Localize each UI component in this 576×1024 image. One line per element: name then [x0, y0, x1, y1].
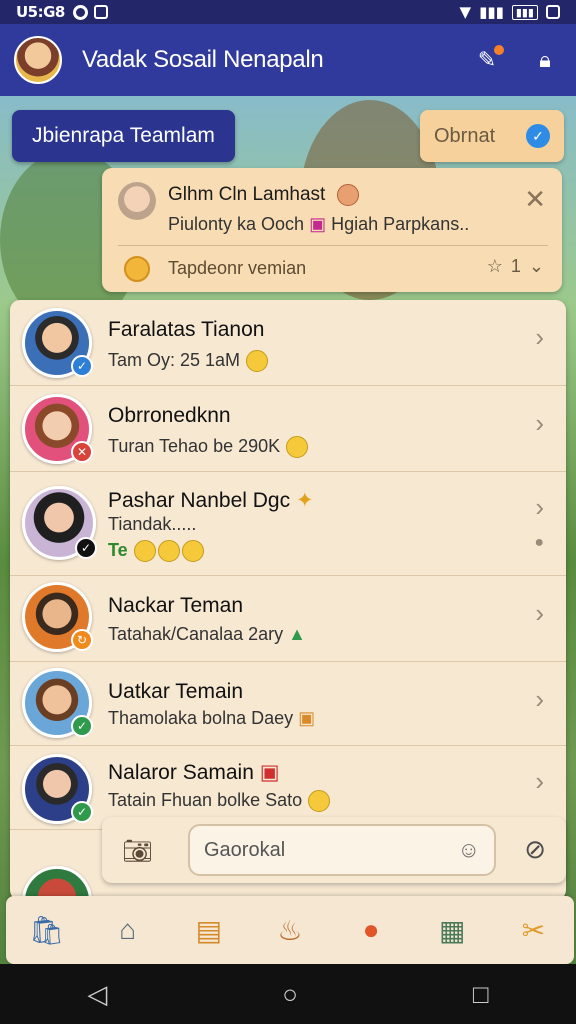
chevron-right-icon[interactable]: › — [535, 684, 544, 715]
notification-action[interactable]: Tapdeonr vemian — [168, 258, 306, 279]
screenshot-icon — [93, 5, 108, 19]
app-title: Vadak Sosail Nenapaln — [82, 46, 324, 73]
badge-icon: ✓ — [71, 801, 93, 823]
chevron-right-icon[interactable]: › — [535, 492, 544, 523]
emoji-icon — [181, 540, 204, 563]
status-bar: U5:G8 ▼ ▮▮▮ ▮▮▮ — [0, 0, 576, 24]
message-input-bar: 📷︎ Gaorokal ☺ ⊘ — [102, 817, 566, 883]
notification-message: Piulonty ka Ooch ▣ Hgiah Parpkans.. — [168, 214, 470, 234]
message-placeholder: Gaorokal — [204, 838, 286, 861]
chat-row[interactable]: ✕ Obrronedknn Turan Tehao be 290K › — [10, 386, 566, 472]
edit-compose-button[interactable]: ✎ — [470, 43, 504, 77]
contact-avatar — [22, 866, 92, 900]
home-icon[interactable]: ○ — [282, 979, 298, 1010]
contact-name: Pashar Nanbel Dgc ✦ — [108, 489, 314, 512]
contact-avatar: ✓ — [22, 486, 97, 560]
notification-card[interactable]: Glhm Cln Lamhast Piulonty ka Ooch ▣ Hgia… — [102, 168, 562, 292]
contact-name: Nalaror Samain ▣ — [108, 761, 280, 784]
message-input[interactable]: Gaorokal ☺ — [188, 824, 496, 876]
notification-icon — [72, 4, 88, 20]
smile-icon — [246, 350, 269, 373]
chat-row[interactable]: ✓ Pashar Nanbel Dgc ✦ Tiandak..... Te › … — [10, 472, 566, 576]
robot-icon: ▣ — [298, 708, 316, 728]
contact-name: Uatkar Temain — [108, 680, 244, 703]
bottom-nav: 🛍︎ ⌂ ▤ ♨ ● ▦ ✂ — [6, 896, 574, 964]
contact-subtitle: Tam Oy: 25 1aM — [108, 350, 269, 373]
app-indicator-icon — [546, 5, 560, 19]
emoji-icon — [157, 540, 180, 563]
chevron-right-icon[interactable]: › — [535, 408, 544, 439]
gift-icon: ▣ — [259, 761, 280, 784]
chevron-right-icon[interactable]: › — [535, 322, 544, 353]
chevron-down-icon[interactable]: ⌄ — [529, 256, 544, 277]
emoji-icon — [336, 184, 359, 206]
notification-dot — [494, 45, 504, 55]
notification-meta: ☆ 1 ⌄ — [486, 256, 544, 277]
badge-icon: ✓ — [71, 715, 93, 737]
chat-list: ✓ Faralatas Tianon Tam Oy: 25 1aM › ✕ Ob… — [10, 300, 566, 900]
coin-icon — [124, 256, 150, 282]
emoji-icon — [308, 790, 331, 813]
system-nav-bar: ◁ ○ □ — [0, 964, 576, 1024]
contact-subtitle: Tiandak..... — [108, 514, 197, 534]
contact-subtitle: Tatain Fhuan bolke Sato — [108, 790, 331, 813]
nav-book-icon[interactable]: ▤ — [188, 909, 230, 951]
hat-icon: ▲ — [288, 624, 306, 644]
party-icon: ✦ — [295, 489, 314, 512]
smile-icon — [286, 436, 309, 459]
chat-row[interactable]: ✓ Faralatas Tianon Tam Oy: 25 1aM › — [10, 300, 566, 386]
nav-tools-icon[interactable]: ✂ — [512, 909, 554, 951]
lock-button[interactable]: 🔒︎ — [528, 43, 562, 77]
badge-icon: ✕ — [71, 441, 93, 463]
chevron-right-icon[interactable]: › — [535, 598, 544, 629]
app-bar: Vadak Sosail Nenapaln ✎ 🔒︎ — [0, 24, 576, 96]
badge-icon: ✓ — [75, 537, 97, 559]
status-time: U5:G8 — [16, 3, 65, 21]
contact-subtitle: Thamolaka bolna Daey ▣ — [108, 708, 316, 728]
nav-bag-icon[interactable]: 🛍︎ — [26, 909, 68, 951]
gift-icon: ▣ — [309, 214, 327, 234]
obtain-label: Obrnat — [434, 124, 496, 147]
contact-avatar: ↻ — [22, 582, 93, 652]
recents-icon[interactable]: □ — [473, 979, 489, 1010]
notification-title: Glhm Cln Lamhast — [168, 184, 359, 206]
divider — [118, 245, 548, 246]
nav-phone-icon[interactable]: ▦ — [431, 909, 473, 951]
notification-avatar — [118, 182, 156, 220]
badge-icon: ↻ — [71, 629, 93, 651]
chat-row[interactable]: ↻ Nackar Teman Tatahak/Canalaa 2ary ▲ › — [10, 576, 566, 662]
contact-avatar: ✕ — [22, 394, 93, 464]
lock-icon: 🔒︎ — [539, 47, 551, 72]
contact-avatar: ✓ — [22, 754, 93, 824]
star-icon: ☆ — [486, 256, 503, 276]
signal-icon: ▮▮▮ — [479, 3, 504, 21]
contact-avatar: ✓ — [22, 308, 93, 378]
mute-icon[interactable]: ⊘ — [524, 834, 546, 865]
camera-icon[interactable]: 📷︎ — [122, 837, 152, 866]
nav-home-icon[interactable]: ⌂ — [107, 909, 149, 951]
chat-row[interactable]: ✓ Uatkar Temain Thamolaka bolna Daey ▣ › — [10, 662, 566, 746]
wifi-icon: ▼ — [459, 3, 472, 21]
contact-name: Obrronedknn — [108, 404, 231, 427]
check-icon: ✓ — [526, 124, 550, 148]
contact-name: Faralatas Tianon — [108, 318, 265, 341]
obtain-button[interactable]: Obrnat ✓ — [420, 110, 564, 162]
team-button[interactable]: Jbienrapa Teamlam — [12, 110, 235, 162]
contact-extra: Te — [108, 540, 204, 563]
profile-avatar[interactable] — [14, 36, 62, 84]
close-icon[interactable]: ✕ — [524, 184, 546, 215]
contact-subtitle: Tatahak/Canalaa 2ary ▲ — [108, 624, 306, 644]
battery-icon: ▮▮▮ — [511, 4, 538, 20]
verified-badge-icon: ✓ — [71, 355, 93, 377]
back-icon[interactable]: ◁ — [87, 979, 107, 1010]
contact-name: Nackar Teman — [108, 594, 244, 617]
contact-subtitle: Turan Tehao be 290K — [108, 436, 309, 459]
nav-cake-icon[interactable]: ♨ — [269, 909, 311, 951]
contact-avatar: ✓ — [22, 668, 93, 738]
pin-icon: ● — [534, 534, 544, 551]
chevron-right-icon[interactable]: › — [535, 766, 544, 797]
emoji-picker-icon[interactable]: ☺ — [458, 837, 480, 863]
nav-ball-icon[interactable]: ● — [350, 909, 392, 951]
emoji-icon — [133, 540, 156, 563]
